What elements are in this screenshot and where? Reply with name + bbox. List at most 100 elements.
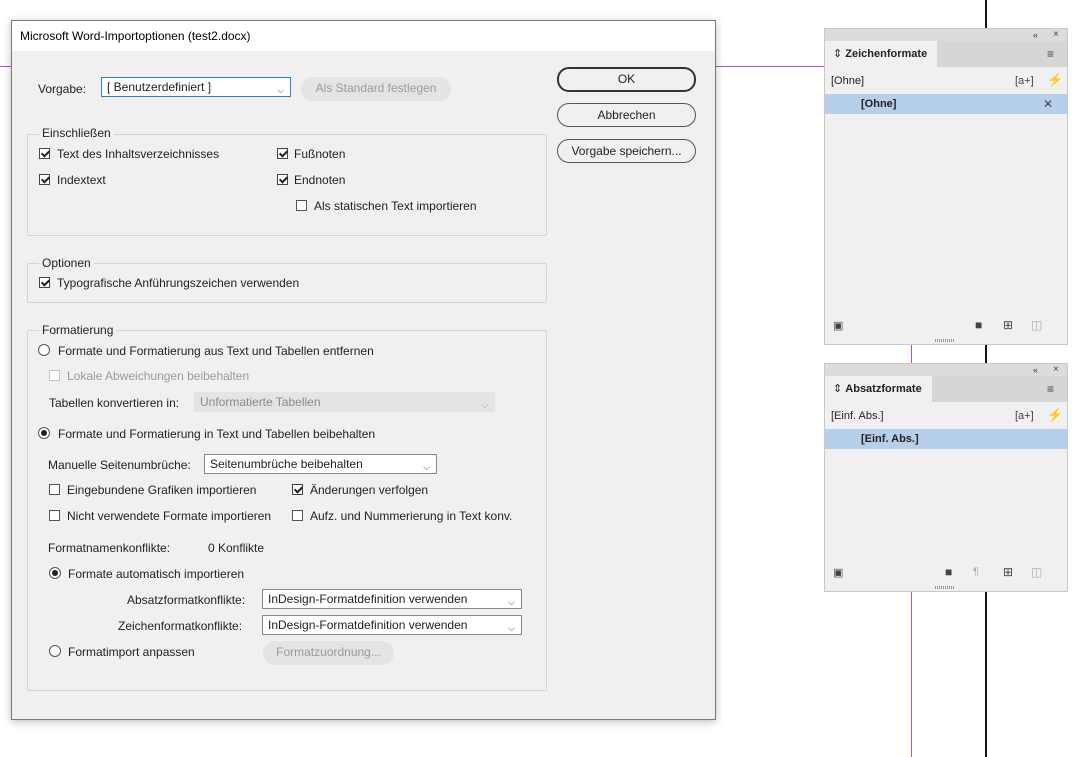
chevron-down-icon: ⌵: [508, 597, 515, 607]
preserve-styles-label: Formate und Formatierung in Text und Tab…: [58, 427, 376, 441]
new-style-quick-icon[interactable]: [a+]: [1015, 74, 1034, 88]
lightning-icon[interactable]: ⚡: [1047, 73, 1063, 87]
new-style-icon[interactable]: ⊞: [1003, 565, 1013, 579]
unused-styles-checkbox[interactable]: [49, 510, 60, 521]
convert-tables-select[interactable]: Unformatierte Tabellen ⌵: [194, 392, 495, 412]
convert-tables-value: Unformatierte Tabellen: [200, 395, 321, 409]
chevron-down-icon: ⌵: [423, 462, 430, 472]
trash-icon[interactable]: ◫: [1031, 565, 1042, 579]
track-changes-checkbox[interactable]: [292, 484, 303, 495]
folder-icon[interactable]: ■: [945, 565, 952, 579]
toc-text-checkbox[interactable]: [39, 148, 50, 159]
no-edit-icon: ✕: [1043, 97, 1054, 111]
para-conflicts-select[interactable]: InDesign-Formatdefinition verwenden ⌵: [262, 589, 522, 609]
auto-import-radio[interactable]: [49, 567, 61, 579]
collapse-icon[interactable]: «: [1033, 28, 1038, 42]
char-conflicts-select[interactable]: InDesign-Formatdefinition verwenden ⌵: [262, 615, 522, 635]
panel-menu-icon[interactable]: ≡: [1047, 382, 1054, 396]
static-text-label: Als statischen Text importieren: [314, 199, 477, 213]
manual-breaks-label: Manuelle Seitenumbrüche:: [48, 458, 191, 472]
para-conflicts-label: Absatzformatkonflikte:: [127, 593, 246, 607]
new-style-quick-icon[interactable]: [a+]: [1015, 409, 1034, 423]
list-item-label: [Ohne]: [861, 98, 897, 110]
conflicts-label: Formatnamenkonflikte:: [48, 541, 171, 555]
list-item[interactable]: [Ohne] ✕: [825, 94, 1067, 114]
clear-overrides-icon[interactable]: ¶: [973, 565, 979, 579]
keep-local-overrides-label: Lokale Abweichungen beibehalten: [67, 369, 250, 383]
index-text-checkbox[interactable]: [39, 174, 50, 185]
resize-grip[interactable]: [935, 339, 955, 342]
list-item[interactable]: [Einf. Abs.]: [825, 429, 1067, 449]
keep-local-overrides-checkbox[interactable]: [49, 370, 60, 381]
current-style-label: [Ohne]: [831, 75, 865, 87]
convert-bullets-label: Aufz. und Nummerierung in Text konv.: [310, 509, 513, 523]
include-group-title: Einschließen: [39, 126, 114, 140]
formatting-group-title: Formatierung: [39, 323, 117, 337]
panel-menu-icon[interactable]: ≡: [1047, 47, 1054, 61]
index-text-label: Indextext: [57, 173, 106, 187]
load-styles-icon[interactable]: ▣: [833, 566, 843, 580]
char-conflicts-label: Zeichenformatkonflikte:: [118, 619, 243, 633]
customize-import-radio[interactable]: [49, 645, 61, 657]
track-changes-label: Änderungen verfolgen: [310, 483, 429, 497]
trash-icon[interactable]: ◫: [1031, 318, 1042, 332]
convert-tables-label: Tabellen konvertieren in:: [49, 396, 180, 410]
preset-select[interactable]: [ Benutzerdefiniert ] ⌵: [101, 77, 291, 97]
save-preset-button[interactable]: Vorgabe speichern...: [557, 139, 696, 163]
toc-text-label: Text des Inhaltsverzeichnisses: [57, 147, 220, 161]
panel-tabbar: ⇕ Zeichenformate ≡: [825, 41, 1067, 67]
unused-styles-label: Nicht verwendete Formate importieren: [67, 509, 272, 523]
preserve-styles-radio[interactable]: [38, 427, 50, 439]
tab-paragraph-styles[interactable]: ⇕ Absatzformate: [825, 376, 932, 402]
customize-import-label: Formatimport anpassen: [68, 645, 195, 659]
style-mapping-button[interactable]: Formatzuordnung...: [263, 641, 394, 665]
footnotes-label: Fußnoten: [294, 147, 346, 161]
panel-header-strip: « ×: [825, 29, 1067, 41]
char-conflicts-value: InDesign-Formatdefinition verwenden: [268, 618, 468, 632]
static-text-checkbox[interactable]: [296, 200, 307, 211]
chevron-down-icon: ⌵: [481, 400, 488, 410]
convert-bullets-checkbox[interactable]: [292, 510, 303, 521]
inline-graphics-label: Eingebundene Grafiken importieren: [67, 483, 257, 497]
tab-label: Absatzformate: [845, 383, 922, 395]
preset-label: Vorgabe:: [38, 82, 87, 96]
manual-breaks-select[interactable]: Seitenumbrüche beibehalten ⌵: [204, 454, 437, 474]
load-styles-icon[interactable]: ▣: [833, 319, 843, 333]
panel-footer: ▣ ■ ⊞ ◫: [825, 314, 1067, 338]
dialog-title: Microsoft Word-Importoptionen (test2.doc…: [20, 29, 251, 43]
close-icon[interactable]: ×: [1053, 28, 1059, 42]
expand-icon: ⇕: [833, 48, 846, 60]
panel-tabbar: ⇕ Absatzformate ≡: [825, 376, 1067, 402]
tab-character-styles[interactable]: ⇕ Zeichenformate: [825, 41, 938, 67]
panel-header-strip: « ×: [825, 364, 1067, 376]
current-style-row: [Ohne] [a+] ⚡: [825, 71, 1067, 91]
tab-label: Zeichenformate: [845, 48, 928, 60]
inline-graphics-checkbox[interactable]: [49, 484, 60, 495]
dialog-titlebar[interactable]: Microsoft Word-Importoptionen (test2.doc…: [12, 21, 715, 51]
paragraph-styles-panel: « × ⇕ Absatzformate ≡ [Einf. Abs.] [a+] …: [824, 363, 1068, 592]
set-default-button[interactable]: Als Standard festlegen: [301, 77, 451, 101]
footnotes-checkbox[interactable]: [277, 148, 288, 159]
endnotes-label: Endnoten: [294, 173, 346, 187]
options-group-title: Optionen: [39, 256, 94, 270]
new-style-icon[interactable]: ⊞: [1003, 318, 1013, 332]
panel-footer: ▣ ■ ¶ ⊞ ◫: [825, 561, 1067, 585]
folder-icon[interactable]: ■: [975, 318, 982, 332]
collapse-icon[interactable]: «: [1033, 363, 1038, 377]
lightning-icon[interactable]: ⚡: [1047, 408, 1063, 422]
remove-styles-radio[interactable]: [38, 344, 50, 356]
chevron-down-icon: ⌵: [508, 623, 515, 633]
typo-quotes-checkbox[interactable]: [39, 277, 50, 288]
resize-grip[interactable]: [935, 586, 955, 589]
list-item-label: [Einf. Abs.]: [861, 433, 919, 445]
character-styles-panel: « × ⇕ Zeichenformate ≡ [Ohne] [a+] ⚡ [Oh…: [824, 28, 1068, 345]
ok-button[interactable]: OK: [557, 67, 696, 92]
endnotes-checkbox[interactable]: [277, 174, 288, 185]
manual-breaks-value: Seitenumbrüche beibehalten: [210, 457, 363, 471]
cancel-button[interactable]: Abbrechen: [557, 103, 696, 127]
auto-import-label: Formate automatisch importieren: [68, 567, 245, 581]
close-icon[interactable]: ×: [1053, 363, 1059, 377]
remove-styles-label: Formate und Formatierung aus Text und Ta…: [58, 344, 374, 358]
conflicts-value: 0 Konflikte: [208, 541, 265, 555]
para-conflicts-value: InDesign-Formatdefinition verwenden: [268, 592, 468, 606]
